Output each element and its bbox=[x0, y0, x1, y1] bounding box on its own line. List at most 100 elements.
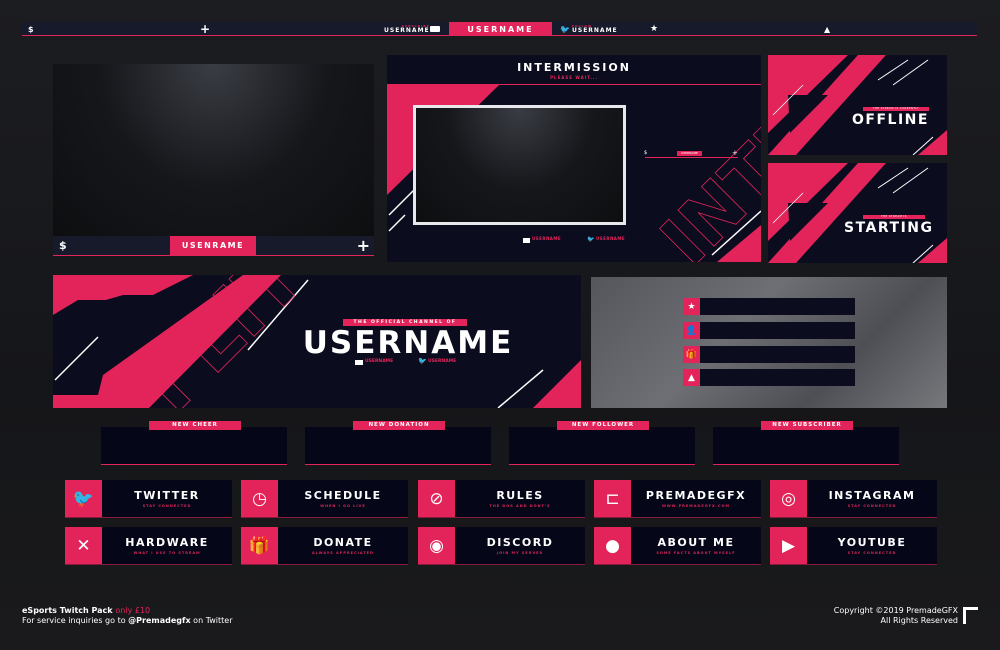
star-icon: ★ bbox=[650, 24, 659, 34]
alert-box: NEW SUBSCRIBER bbox=[713, 421, 899, 465]
panel-subtitle: WWW.PREMADEGFX.COM bbox=[661, 504, 731, 508]
panel-rules[interactable]: ⊘ RULES THE DOS AND DONT'S bbox=[418, 480, 585, 518]
twitter-icon: 🐦 bbox=[587, 236, 595, 243]
panel-schedule[interactable]: ◷ SCHEDULE WHEN I GO LIVE bbox=[241, 480, 408, 518]
drop-icon: ▲ bbox=[824, 24, 831, 34]
starting-scene: THE STREAM IS STARTING bbox=[768, 163, 947, 263]
instagram-icon: ◎ bbox=[770, 480, 807, 517]
label-bar: ★ bbox=[683, 298, 855, 315]
panel-title: DONATE bbox=[313, 536, 373, 549]
panel-title: TWITTER bbox=[134, 489, 200, 502]
panel-subtitle: WHEN I GO LIVE bbox=[320, 504, 366, 508]
user-icon: ● bbox=[594, 527, 631, 564]
panel-title: HARDWARE bbox=[125, 536, 209, 549]
inquiry-suffix: on Twitter bbox=[190, 616, 233, 625]
panel-title: ABOUT ME bbox=[657, 536, 735, 549]
channel-banner: FLIT THE OFFICIAL CHANNEL OF USERNAME US… bbox=[53, 275, 581, 408]
footer-left: eSports Twitch Pack only £10 For service… bbox=[22, 606, 233, 626]
dollar-icon: $ bbox=[644, 150, 648, 156]
offline-tag: THE STREAM IS CURRENTLY bbox=[863, 107, 929, 111]
youtube-username: USERNAME bbox=[365, 359, 394, 364]
mini-bar-username: USERNAME bbox=[677, 151, 702, 156]
footer-right: Copyright ©2019 PremadeGFX All Rights Re… bbox=[834, 606, 958, 626]
offline-shapes bbox=[768, 55, 947, 155]
starting-shapes bbox=[768, 163, 947, 263]
twitter-icon: 🐦 bbox=[418, 357, 427, 365]
pack-price: only £10 bbox=[115, 606, 151, 615]
starting-title: STARTING bbox=[844, 220, 934, 236]
panel-subtitle: WHAT I USE TO STREAM bbox=[133, 551, 201, 555]
webcam-screen bbox=[53, 64, 374, 236]
youtube-icon bbox=[355, 360, 363, 365]
gameplay-preview bbox=[591, 277, 947, 408]
dollar-icon: $ bbox=[28, 24, 34, 34]
alert-box: NEW CHEER bbox=[101, 421, 287, 465]
panel-title: YOUTUBE bbox=[837, 536, 907, 549]
youtube-icon bbox=[523, 238, 530, 243]
alert-label: NEW SUBSCRIBER bbox=[761, 421, 853, 430]
intermission-bg-text: INTE bbox=[645, 96, 761, 262]
twitter-username: USERNAME bbox=[428, 359, 457, 364]
panel-title: DISCORD bbox=[486, 536, 554, 549]
panel-subtitle: JOIN MY SERVER bbox=[496, 551, 544, 555]
plus-icon: + bbox=[356, 236, 370, 255]
premadegfx-logo-icon bbox=[963, 607, 978, 624]
twitter-username: USERNAME bbox=[596, 236, 626, 241]
premadegfx-logo-icon: ⊏ bbox=[594, 480, 631, 517]
inquiry-text: For service inquiries go to bbox=[22, 616, 129, 625]
alert-label: NEW DONATION bbox=[353, 421, 445, 430]
starting-tag: THE STREAM IS bbox=[863, 215, 925, 219]
panel-twitter[interactable]: 🐦 TWITTER STAY CONNECTED bbox=[65, 480, 232, 518]
panel-subtitle: STAY CONNECTED bbox=[847, 551, 897, 555]
discord-icon: ◉ bbox=[418, 527, 455, 564]
top-username-badge: USERNAME bbox=[449, 22, 552, 36]
panel-youtube[interactable]: ▶ YOUTUBE STAY CONNECTED bbox=[770, 527, 937, 565]
gift-icon: 🎁 bbox=[241, 527, 278, 564]
offline-scene: THE STREAM IS CURRENTLY OFFLINE bbox=[768, 55, 947, 155]
pack-title: eSports Twitch Pack bbox=[22, 606, 116, 615]
intermission-scene: INTERMISSION PLEASE WAIT... INTE $ USERN… bbox=[387, 55, 761, 262]
gift-icon: 🎁 bbox=[683, 346, 700, 363]
twitter-icon: 🐦 bbox=[560, 24, 570, 34]
panel-instagram[interactable]: ◎ INSTAGRAM STAY CONNECTED bbox=[770, 480, 937, 518]
dollar-icon: $ bbox=[59, 239, 67, 252]
label-bar: 👤 bbox=[683, 322, 855, 339]
twitter-handle[interactable]: @Premadegfx bbox=[128, 616, 191, 625]
alert-label: NEW FOLLOWER bbox=[557, 421, 649, 430]
mini-bar-line bbox=[645, 157, 738, 158]
panel-hardware[interactable]: ✕ HARDWARE WHAT I USE TO STREAM bbox=[65, 527, 232, 565]
copyright: Copyright ©2019 PremadeGFX bbox=[833, 606, 958, 615]
webcam-username-badge: USENRAME bbox=[170, 236, 256, 255]
label-bar: 🎁 bbox=[683, 346, 855, 363]
banner-title: USERNAME bbox=[302, 325, 514, 361]
top-info-bar: $ + SUBSCRIBE USERNAME USERNAME 🐦 FOLLOW… bbox=[22, 22, 977, 36]
tools-icon: ✕ bbox=[65, 527, 102, 564]
panel-discord[interactable]: ◉ DISCORD JOIN MY SERVER bbox=[418, 527, 585, 565]
twitter-icon: 🐦 bbox=[65, 480, 102, 517]
prohibited-icon: ⊘ bbox=[418, 480, 455, 517]
panel-subtitle: THE DOS AND DONT'S bbox=[489, 504, 551, 508]
youtube-username: USERNAME bbox=[532, 236, 562, 241]
panel-title: SCHEDULE bbox=[304, 489, 382, 502]
alert-box: NEW DONATION bbox=[305, 421, 491, 465]
panel-premadegfx[interactable]: ⊏ PREMADEGFX WWW.PREMADEGFX.COM bbox=[594, 480, 761, 518]
label-bar: ▲ bbox=[683, 369, 855, 386]
panel-about-me[interactable]: ● ABOUT ME SOME FACTS ABOUT MYSELF bbox=[594, 527, 761, 565]
offline-title: OFFLINE bbox=[852, 112, 929, 128]
youtube-username: USERNAME bbox=[384, 26, 430, 34]
panel-donate[interactable]: 🎁 DONATE ALWAYS APPRECIATED bbox=[241, 527, 408, 565]
panel-title: INSTAGRAM bbox=[828, 489, 916, 502]
rights-reserved: All Rights Reserved bbox=[880, 616, 958, 625]
webcam-bar: $ USENRAME + bbox=[53, 236, 374, 256]
user-settings-icon: 👤 bbox=[683, 322, 700, 339]
alert-label: NEW CHEER bbox=[149, 421, 241, 430]
panel-subtitle: ALWAYS APPRECIATED bbox=[312, 551, 374, 555]
alert-box: NEW FOLLOWER bbox=[509, 421, 695, 465]
clock-icon: ◷ bbox=[241, 480, 278, 517]
plus-icon: + bbox=[732, 149, 738, 157]
panel-subtitle: SOME FACTS ABOUT MYSELF bbox=[656, 551, 736, 555]
panel-subtitle: STAY CONNECTED bbox=[142, 504, 192, 508]
star-icon: ★ bbox=[683, 298, 700, 315]
plus-icon: + bbox=[200, 22, 211, 36]
panel-title: RULES bbox=[496, 489, 544, 502]
